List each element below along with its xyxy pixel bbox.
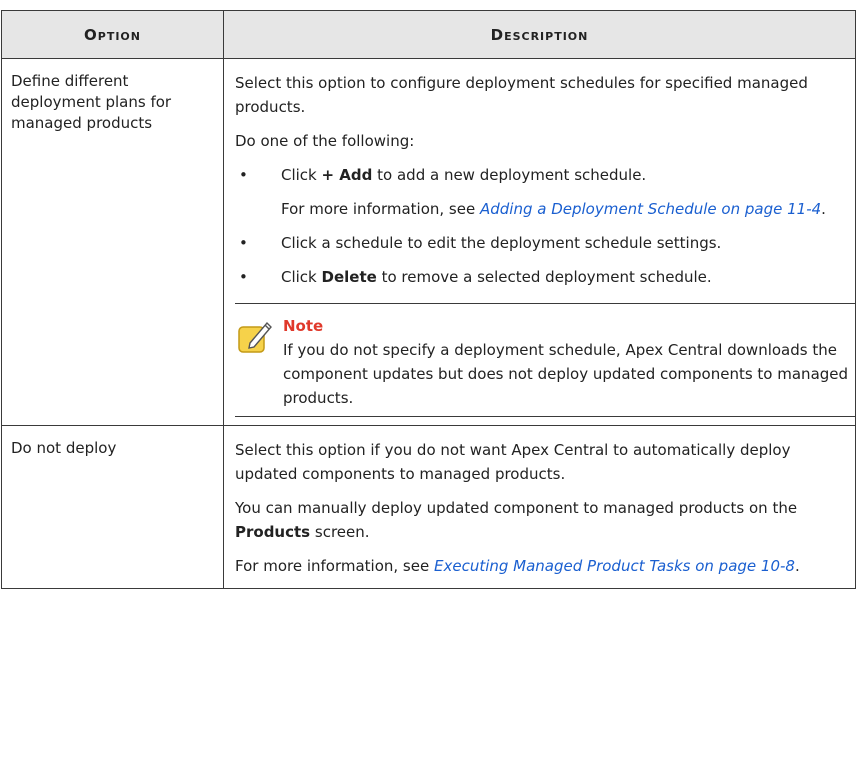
bullet: •	[239, 166, 248, 184]
option-cell: Define different deployment plans for ma…	[1, 58, 224, 426]
description-paragraph: You can manually deploy updated componen…	[235, 499, 798, 541]
list-item: • Click Delete to remove a selected depl…	[235, 265, 855, 289]
list-item: • Click a schedule to edit the deploymen…	[235, 231, 855, 255]
description-cell: Select this option if you do not want Ap…	[223, 425, 856, 589]
adding-deployment-schedule-link[interactable]: Adding a Deployment Schedule on page 11-…	[480, 200, 821, 218]
table-header-row: Option Description	[1, 10, 856, 59]
products-label: Products	[235, 523, 311, 541]
pencil-note-icon	[238, 321, 272, 353]
description-intro: Select this option to configure deployme…	[235, 74, 808, 116]
delete-label: Delete	[321, 268, 377, 286]
list-item-detail: For more information, see Adding a Deplo…	[281, 200, 826, 218]
description-column-header: Description	[223, 10, 856, 59]
add-label: + Add	[321, 166, 373, 184]
table-row: Define different deployment plans for ma…	[1, 58, 856, 426]
note-box: Note If you do not specify a deployment …	[235, 303, 855, 417]
table-row: Do not deploy Select this option if you …	[1, 425, 856, 589]
options-table: Option Description Define different depl…	[1, 10, 856, 589]
description-cell: Select this option to configure deployme…	[223, 58, 856, 426]
executing-managed-product-tasks-link[interactable]: Executing Managed Product Tasks on page …	[434, 557, 795, 575]
bullet: •	[239, 234, 248, 252]
description-paragraph: For more information, see Executing Mana…	[235, 557, 800, 575]
option-column-header: Option	[1, 10, 224, 59]
description-paragraph: Select this option if you do not want Ap…	[235, 441, 791, 483]
description-lead: Do one of the following:	[235, 132, 415, 150]
list-item: • Click + Add to add a new deployment sc…	[235, 163, 855, 187]
note-title: Note	[283, 317, 324, 335]
note-body: If you do not specify a deployment sched…	[283, 341, 849, 407]
bullet: •	[239, 268, 248, 286]
option-cell: Do not deploy	[1, 425, 224, 589]
